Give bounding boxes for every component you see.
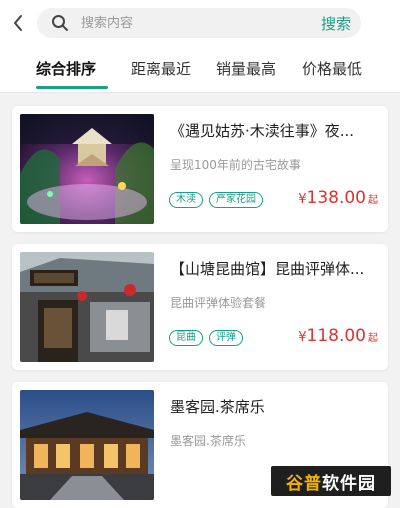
- item-subtitle: 墨客园.茶席乐: [170, 434, 246, 448]
- item-title: 《遇见姑苏·木渎往事》夜...: [170, 122, 355, 140]
- item-tag: 评弹: [209, 330, 243, 346]
- item-tags: 木渎 严家花园: [169, 192, 263, 208]
- item-subtitle: 昆曲评弹体验套餐: [170, 296, 267, 310]
- site-watermark: 谷普 软件园: [271, 466, 391, 496]
- price-amount: 138.00: [306, 188, 366, 208]
- item-thumbnail: [20, 252, 154, 362]
- item-price: ¥138.00 起: [298, 188, 378, 208]
- tab-best-selling[interactable]: 销量最高: [216, 58, 276, 79]
- item-tag: 昆曲: [169, 330, 203, 346]
- item-tag: 严家花园: [209, 192, 263, 208]
- search-button[interactable]: 搜索: [321, 13, 351, 34]
- watermark-highlight: 谷普: [286, 473, 322, 494]
- item-tags: 昆曲 评弹: [169, 330, 243, 346]
- search-box[interactable]: 搜索: [37, 8, 361, 38]
- list-item[interactable]: 【山塘昆曲馆】昆曲评弹体... 昆曲评弹体验套餐 昆曲 评弹 ¥118.00 起: [12, 244, 388, 370]
- price-amount: 118.00: [306, 326, 366, 346]
- item-tag: 木渎: [169, 192, 203, 208]
- item-price: ¥118.00 起: [298, 326, 378, 346]
- watermark-text: 软件园: [322, 473, 376, 494]
- tab-nearest[interactable]: 距离最近: [131, 58, 191, 79]
- item-thumbnail: [20, 390, 154, 500]
- item-title: 【山塘昆曲馆】昆曲评弹体...: [170, 260, 365, 278]
- price-currency: ¥: [298, 330, 307, 345]
- sort-tabs: 综合排序 距离最近 销量最高 价格最低: [0, 45, 400, 93]
- item-title: 墨客园.茶席乐: [170, 398, 265, 416]
- search-input[interactable]: [81, 13, 281, 33]
- item-thumbnail: [20, 114, 154, 224]
- price-unit: 起: [368, 195, 378, 206]
- top-bar: 搜索: [0, 0, 400, 45]
- active-tab-indicator: [36, 86, 108, 89]
- search-icon: [52, 15, 68, 31]
- chevron-left-icon: [14, 15, 22, 31]
- price-currency: ¥: [298, 192, 307, 207]
- list-item[interactable]: 《遇见姑苏·木渎往事》夜... 呈现100年前的古宅故事 木渎 严家花园 ¥13…: [12, 106, 388, 232]
- price-unit: 起: [368, 333, 378, 344]
- item-subtitle: 呈现100年前的古宅故事: [170, 158, 301, 172]
- tab-lowest-price[interactable]: 价格最低: [302, 58, 362, 79]
- tab-comprehensive-sort[interactable]: 综合排序: [36, 58, 96, 79]
- back-button[interactable]: [8, 11, 28, 35]
